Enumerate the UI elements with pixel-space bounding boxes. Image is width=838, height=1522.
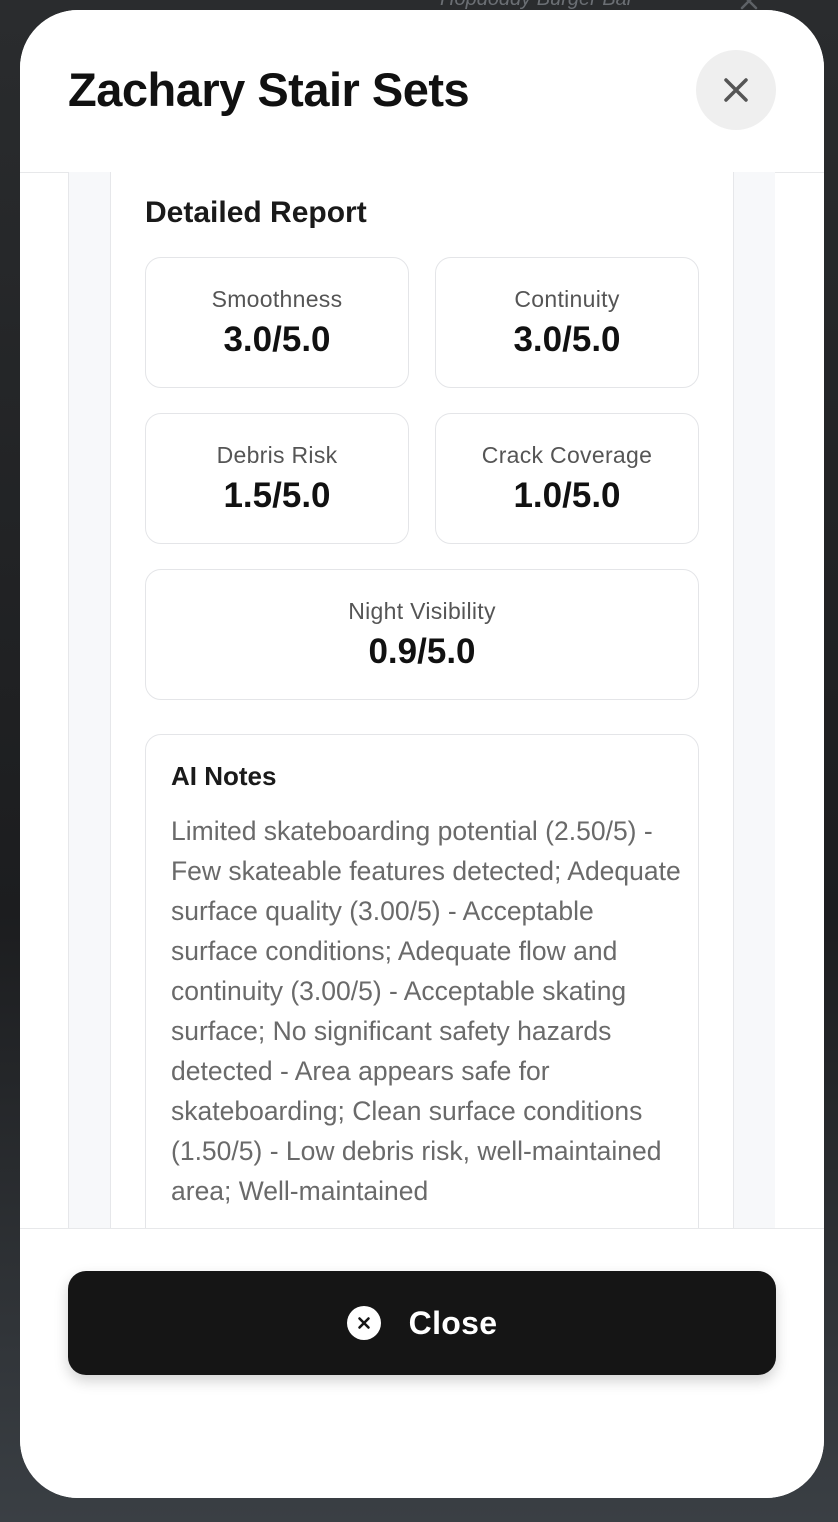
ai-notes-heading: AI Notes (171, 761, 277, 791)
metric-label: Continuity (514, 286, 620, 312)
metric-value: 0.9/5.0 (368, 632, 476, 671)
metric-card-continuity: Continuity 3.0/5.0 (435, 257, 699, 388)
metric-card-night-visibility: Night Visibility 0.9/5.0 (145, 569, 699, 700)
metric-value: 3.0/5.0 (513, 320, 621, 359)
detailed-report-heading: Detailed Report (145, 196, 367, 229)
close-circle-icon (346, 1306, 381, 1340)
close-button-label: Close (408, 1304, 498, 1341)
metric-card-crack-coverage: Crack Coverage 1.0/5.0 (435, 413, 699, 544)
modal-scroll-content[interactable]: Detailed Report Smoothness 3.0/5.0 Conti… (20, 172, 824, 1228)
metric-card-smoothness: Smoothness 3.0/5.0 (145, 257, 409, 388)
spot-report-modal: Zachary Stair Sets Detailed Report Smoot… (20, 10, 824, 1498)
modal-footer: Close (20, 1228, 824, 1498)
ai-notes-text: Limited skateboarding potential (2.50/5)… (171, 816, 681, 1206)
metric-label: Debris Risk (216, 442, 338, 468)
metric-value: 1.5/5.0 (223, 476, 331, 515)
metric-value: 1.0/5.0 (513, 476, 621, 515)
metric-card-debris-risk: Debris Risk 1.5/5.0 (145, 413, 409, 544)
modal-close-button[interactable] (696, 50, 776, 130)
metric-value: 3.0/5.0 (223, 320, 331, 359)
close-button[interactable]: Close (68, 1271, 776, 1375)
metric-label: Crack Coverage (481, 442, 653, 468)
ai-notes-card: AI Notes Limited skateboarding potential… (145, 734, 699, 1228)
metric-label: Smoothness (211, 286, 343, 312)
close-icon (724, 78, 748, 102)
modal-header: Zachary Stair Sets (20, 10, 824, 173)
modal-title: Zachary Stair Sets (68, 63, 470, 116)
metric-label: Night Visibility (348, 598, 496, 624)
